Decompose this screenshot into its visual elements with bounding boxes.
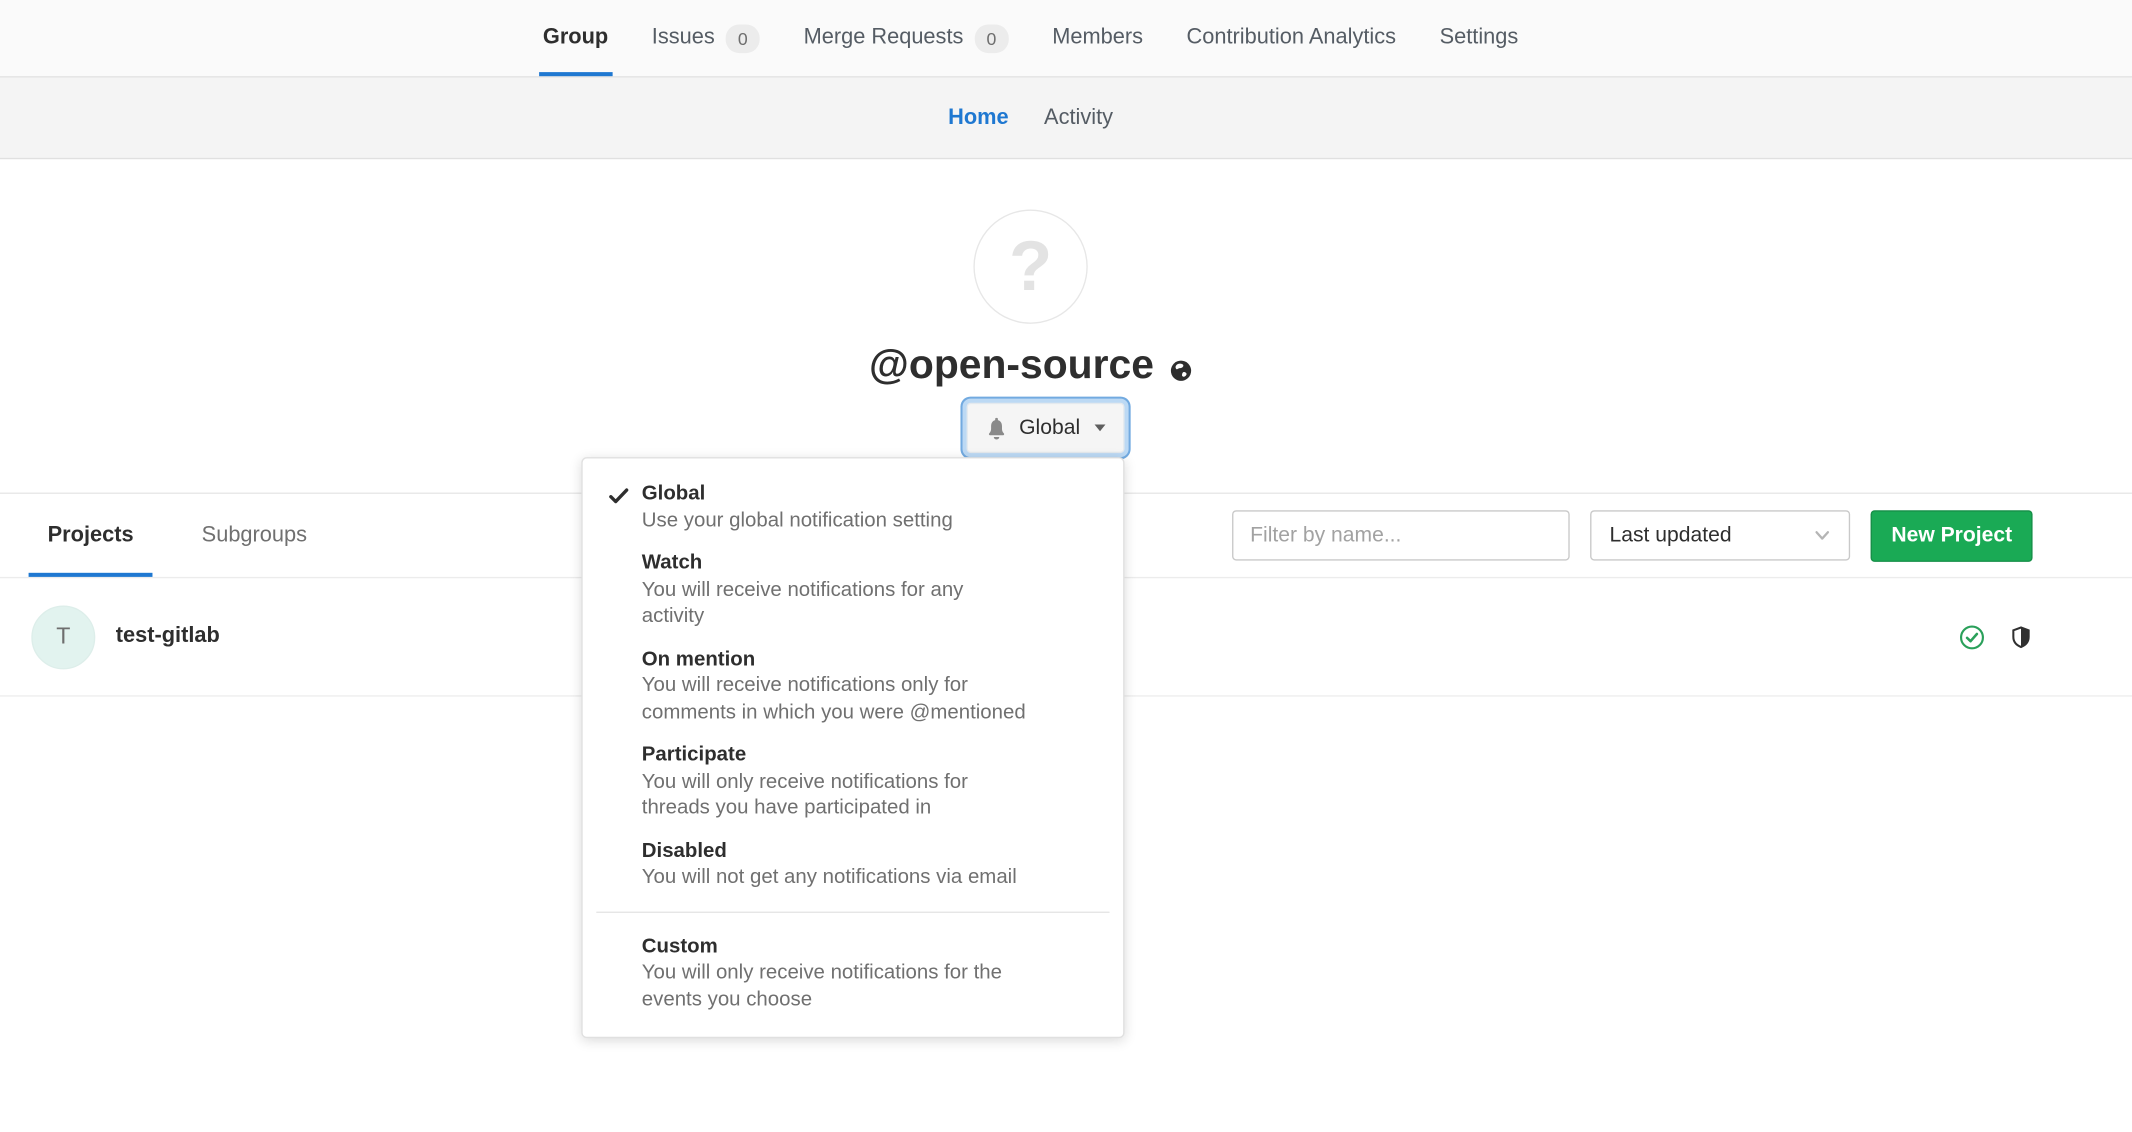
tab-contribution-analytics[interactable]: Contribution Analytics xyxy=(1182,0,1400,76)
project-name-link[interactable]: test-gitlab xyxy=(116,625,220,649)
sort-dropdown-label: Last updated xyxy=(1610,523,1732,547)
notification-option-title: Custom xyxy=(642,933,1102,960)
notification-option-title: Disabled xyxy=(642,837,1102,864)
project-avatar: T xyxy=(31,605,95,669)
notification-option-watch[interactable]: Watch You will receive notifications for… xyxy=(583,542,1123,638)
tab-members[interactable]: Members xyxy=(1048,0,1147,76)
filter-by-name-input[interactable] xyxy=(1232,510,1570,560)
tab-projects-label: Projects xyxy=(48,523,134,547)
check-icon xyxy=(609,486,629,506)
tab-issues[interactable]: Issues 0 xyxy=(648,0,764,76)
notification-option-description: You will receive notifications only for … xyxy=(642,672,1094,725)
tab-subgroups-label: Subgroups xyxy=(202,523,307,547)
gitlab-group-page: Group Issues 0 Merge Requests 0 Members … xyxy=(0,0,2132,1132)
projects-filter-controls: Last updated New Project xyxy=(1232,494,2032,577)
tab-subgroups[interactable]: Subgroups xyxy=(183,494,326,577)
sort-dropdown[interactable]: Last updated xyxy=(1590,510,1850,560)
notification-dropdown-button[interactable]: Global xyxy=(966,403,1125,453)
notification-option-participate[interactable]: Participate You will only receive notifi… xyxy=(583,733,1123,829)
notification-option-title: On mention xyxy=(642,646,1102,673)
new-project-button[interactable]: New Project xyxy=(1871,510,2033,562)
bell-icon xyxy=(985,417,1007,439)
check-circle-icon xyxy=(1959,624,1985,650)
merge-requests-count-badge: 0 xyxy=(974,24,1008,53)
globe-icon xyxy=(1169,359,1192,382)
group-avatar-placeholder: ? xyxy=(1009,226,1052,308)
project-row-icons xyxy=(1959,624,2033,650)
group-nav: Group Issues 0 Merge Requests 0 Members … xyxy=(0,0,2132,76)
group-name: @open-source xyxy=(869,343,1154,389)
notification-button-label: Global xyxy=(1019,416,1080,440)
tab-members-label: Members xyxy=(1052,26,1143,50)
tab-activity[interactable]: Activity xyxy=(1044,78,1113,158)
caret-down-icon xyxy=(1095,425,1106,432)
tab-group[interactable]: Group xyxy=(539,0,613,76)
group-nav-bar: Group Issues 0 Merge Requests 0 Members … xyxy=(0,0,2132,78)
notification-option-title: Watch xyxy=(642,550,1102,577)
notification-dropdown-wrap: Global Global Use your global notificati… xyxy=(966,403,1125,453)
notification-option-global[interactable]: Global Use your global notification sett… xyxy=(583,472,1123,541)
sub-nav-bar: Home Activity xyxy=(0,78,2132,160)
page-title: @open-source xyxy=(29,343,2033,389)
issues-count-badge: 0 xyxy=(726,24,760,53)
notification-option-description: Use your global notification setting xyxy=(642,507,1094,534)
notification-option-on-mention[interactable]: On mention You will receive notification… xyxy=(583,637,1123,733)
notification-option-title: Participate xyxy=(642,742,1102,769)
group-avatar: ? xyxy=(973,210,1087,324)
notification-area: Global Global Use your global notificati… xyxy=(29,403,2033,453)
group-header: ? @open-source Global xyxy=(0,159,2132,492)
notification-option-description: You will only receive notifications for … xyxy=(642,768,1094,821)
tab-merge-requests[interactable]: Merge Requests 0 xyxy=(799,0,1012,76)
notification-option-title: Global xyxy=(642,480,1102,507)
tab-settings[interactable]: Settings xyxy=(1435,0,1522,76)
project-avatar-initial: T xyxy=(56,623,70,650)
chevron-down-icon xyxy=(1814,527,1832,545)
tab-group-label: Group xyxy=(543,26,608,50)
shield-icon xyxy=(2011,625,2031,648)
notification-option-description: You will not get any notifications via e… xyxy=(642,864,1094,891)
tab-projects[interactable]: Projects xyxy=(29,494,153,577)
notification-option-description: You will only receive notifications for … xyxy=(642,959,1094,1012)
tab-merge-requests-label: Merge Requests xyxy=(804,26,964,50)
notification-dropdown-menu: Global Use your global notification sett… xyxy=(582,457,1125,1038)
tab-settings-label: Settings xyxy=(1440,26,1519,50)
notification-option-description: You will receive notifications for any a… xyxy=(642,576,1094,629)
notification-option-disabled[interactable]: Disabled You will not get any notificati… xyxy=(583,829,1123,898)
sub-nav: Home Activity xyxy=(0,78,2132,158)
tab-contribution-analytics-label: Contribution Analytics xyxy=(1187,26,1396,50)
tab-issues-label: Issues xyxy=(652,26,715,50)
notification-option-custom[interactable]: Custom You will only receive notificatio… xyxy=(583,925,1123,1021)
tab-home[interactable]: Home xyxy=(948,78,1009,158)
menu-divider xyxy=(597,911,1110,912)
